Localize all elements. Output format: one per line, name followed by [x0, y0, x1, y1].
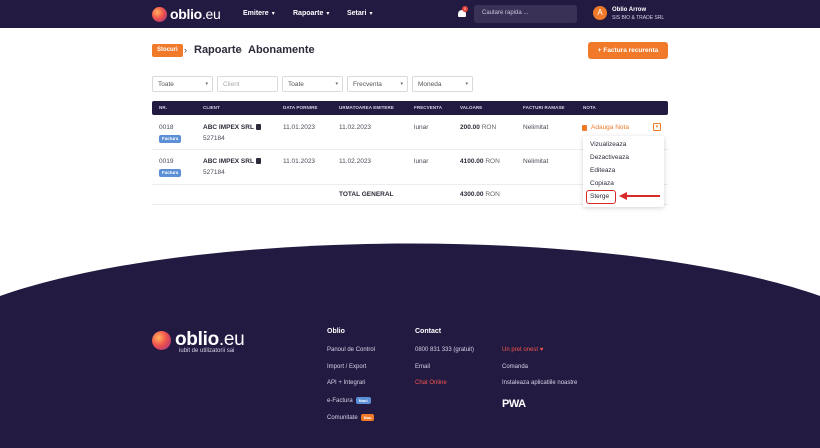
- footer-background: [0, 243, 820, 448]
- footer-link-import-export[interactable]: Import / Export: [327, 364, 366, 370]
- footer-link-email[interactable]: Email: [415, 364, 430, 370]
- total-label: TOTAL GENERAL: [339, 191, 394, 198]
- chevron-down-icon: ▾: [369, 11, 373, 17]
- breadcrumb-separator-icon: ›: [239, 45, 242, 55]
- chevron-down-icon: ▾: [335, 81, 338, 87]
- col-next-issue: URMATOAREA EMITERE: [339, 105, 394, 110]
- notifications-bell-icon[interactable]: 1: [457, 6, 468, 19]
- total-value: 4300.00 RON: [460, 191, 500, 198]
- footer-col-contact-title: Contact: [415, 328, 442, 335]
- invoice-type-tag: Factura: [159, 135, 182, 143]
- footer-link-pricing[interactable]: Un pret onest ♥: [502, 347, 543, 353]
- notification-count-badge: 1: [462, 6, 468, 12]
- footer-link-dashboard[interactable]: Panoul de Control: [327, 347, 375, 353]
- user-company: SIS BIO & TRADE SRL: [612, 15, 665, 21]
- footer-link-chat[interactable]: Chat Online: [415, 380, 447, 386]
- chevron-down-icon: ▾: [326, 11, 330, 17]
- col-frequency: FRECVENTA: [414, 105, 443, 110]
- footer-tagline: iubit de utilizatorii sai: [179, 348, 235, 354]
- filter-type-select[interactable]: Toate ▾: [152, 76, 213, 92]
- quick-search-input[interactable]: Cautare rapida ...: [474, 5, 577, 23]
- footer-link-order[interactable]: Comanda: [502, 364, 528, 370]
- page-title: Abonamente: [248, 44, 315, 56]
- filter-status-select[interactable]: Toate ▾: [282, 76, 343, 92]
- breadcrumb-rapoarte[interactable]: Rapoarte: [194, 43, 242, 57]
- nav-rapoarte[interactable]: Rapoarte ▾: [293, 10, 329, 17]
- row-number[interactable]: 0018: [159, 124, 173, 131]
- pointer-arrow-line: [626, 195, 660, 197]
- footer-col-oblio-title: Oblio: [327, 328, 345, 335]
- filter-frequency-select[interactable]: Frecventa ▾: [347, 76, 408, 92]
- table-header: NR. CLIENT DATA PORNIRE URMATOAREA EMITE…: [152, 101, 668, 115]
- col-start-date: DATA PORNIRE: [283, 105, 318, 110]
- user-avatar[interactable]: A: [593, 6, 607, 20]
- menu-item-copy[interactable]: Copiaza: [590, 180, 614, 187]
- client-name[interactable]: ABC IMPEX SRL: [203, 124, 261, 131]
- next-issue-date: 11.02.2023: [339, 158, 372, 165]
- new-badge: Nou: [360, 414, 375, 421]
- client-code: 527184: [203, 169, 225, 176]
- next-issue-date: 11.02.2023: [339, 124, 372, 131]
- oblio-logo-icon: [152, 6, 167, 22]
- filter-currency-select[interactable]: Moneda ▾: [412, 76, 473, 92]
- nav-emitere[interactable]: Emitere ▾: [243, 10, 275, 17]
- col-value: VALOARE: [460, 105, 483, 110]
- menu-item-view[interactable]: Vizualizeaza: [590, 141, 626, 148]
- add-note-link[interactable]: Adauga Nota: [582, 124, 629, 131]
- footer-link-api[interactable]: API + Integrari: [327, 380, 366, 386]
- oblio-logo-icon: [152, 330, 171, 350]
- row-number[interactable]: 0019: [159, 158, 173, 165]
- client-name[interactable]: ABC IMPEX SRL: [203, 158, 261, 165]
- value: 4100.00 RON: [460, 158, 500, 165]
- filter-client-input[interactable]: Client: [217, 76, 278, 92]
- chevron-down-icon: ▾: [271, 11, 275, 17]
- breadcrumb-separator-icon: ›: [184, 45, 187, 55]
- start-date: 11.01.2023: [283, 124, 316, 131]
- note-icon: [582, 124, 587, 131]
- chevron-down-icon: ▾: [465, 81, 468, 87]
- menu-item-edit[interactable]: Editeaza: [590, 167, 615, 174]
- add-recurring-invoice-button[interactable]: + Factura recurenta: [588, 42, 668, 59]
- col-nr: NR.: [159, 105, 168, 110]
- value: 200.00 RON: [460, 124, 497, 131]
- menu-item-deactivate[interactable]: Dezactiveaza: [590, 154, 629, 161]
- row-actions-toggle[interactable]: ▾: [653, 123, 661, 131]
- delete-highlight-box: [586, 190, 616, 204]
- new-badge: Nou!: [355, 397, 371, 404]
- pwa-logo-icon: PWA: [502, 398, 526, 410]
- footer-link-install-apps[interactable]: Instaleaza aplicatiile noastre: [502, 380, 577, 386]
- footer-link-phone[interactable]: 0800 831 333 (gratuit): [415, 347, 474, 353]
- remaining-invoices: Nelimitat: [523, 124, 549, 131]
- user-name[interactable]: Oblio Arrow: [612, 7, 646, 13]
- document-icon: [255, 124, 261, 130]
- frequency: lunar: [414, 124, 429, 131]
- footer-link-efactura[interactable]: e-Factura Nou!: [327, 397, 371, 404]
- footer-link-community[interactable]: Comunitate Nou: [327, 414, 375, 421]
- col-client: CLIENT: [203, 105, 220, 110]
- chevron-down-icon: ▾: [655, 124, 659, 130]
- start-date: 11.01.2023: [283, 158, 316, 165]
- document-icon: [255, 158, 261, 164]
- nav-setari[interactable]: Setari ▾: [347, 10, 372, 17]
- brand-logo[interactable]: oblio.eu: [152, 6, 221, 22]
- col-note: NOTA: [583, 105, 596, 110]
- frequency: lunar: [414, 158, 429, 165]
- client-code: 527184: [203, 135, 225, 142]
- chevron-down-icon: ▾: [205, 81, 208, 87]
- top-navbar: oblio.eu Emitere ▾ Rapoarte ▾ Setari ▾ 1 Ca…: [0, 0, 820, 28]
- remaining-invoices: Nelimitat: [523, 158, 549, 165]
- breadcrumb-stocuri-badge[interactable]: Stocuri: [152, 44, 183, 57]
- chevron-down-icon: ▾: [400, 81, 403, 87]
- heart-icon: ♥: [539, 347, 544, 353]
- col-remaining: FACTURI RAMASE: [523, 105, 565, 110]
- invoice-type-tag: Factura: [159, 169, 182, 177]
